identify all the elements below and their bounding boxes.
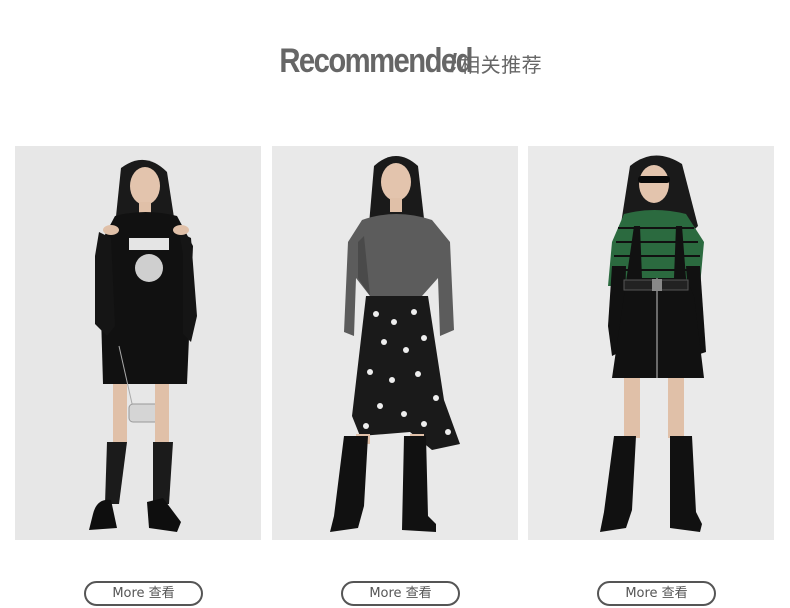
product-image-2[interactable] xyxy=(272,146,518,540)
section-heading: Recommended/相关推荐 xyxy=(0,42,790,81)
more-button-1[interactable]: More 查看 xyxy=(84,581,203,606)
more-button-2[interactable]: More 查看 xyxy=(341,581,460,606)
more-button-3[interactable]: More 查看 xyxy=(597,581,716,606)
heading-title-en: Recommended xyxy=(279,42,473,80)
product-image-1[interactable] xyxy=(15,146,261,540)
heading-title-cn: 相关推荐 xyxy=(460,53,543,77)
product-image-3[interactable] xyxy=(528,146,774,540)
